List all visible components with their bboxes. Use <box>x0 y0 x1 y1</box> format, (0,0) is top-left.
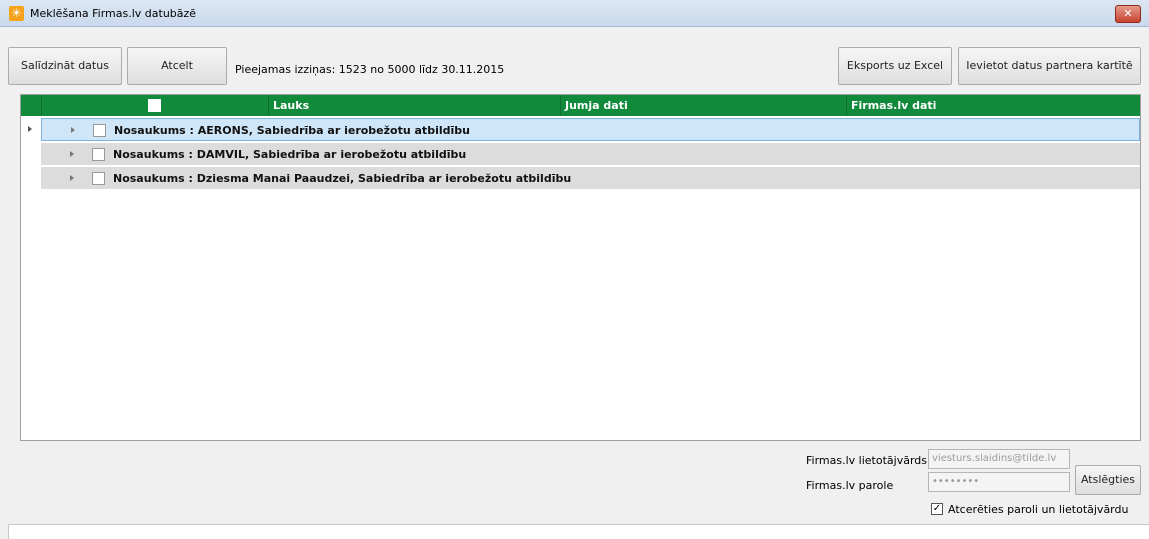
disconnect-button[interactable]: Atslēgties <box>1075 465 1141 495</box>
app-icon: ☀ <box>9 6 24 21</box>
row-text: Nosaukums : AERONS, Sabiedrība ar ierobe… <box>114 124 470 137</box>
export-excel-button[interactable]: Eksports uz Excel <box>838 47 952 85</box>
remember-checkbox[interactable]: ✓ <box>931 503 943 515</box>
cancel-button[interactable]: Atcelt <box>127 47 227 85</box>
row-indicator-header <box>21 95 42 116</box>
row-body: Nosaukums : DAMVIL, Sabiedrība ar ierobe… <box>41 143 1140 166</box>
grid-row[interactable]: Nosaukums : AERONS, Sabiedrība ar ierobe… <box>21 118 1140 141</box>
grid-header: Lauks Jumja dati Firmas.lv dati <box>21 95 1140 116</box>
current-row-arrow-icon <box>28 126 32 132</box>
row-checkbox[interactable] <box>93 124 106 137</box>
column-header-firmas-data[interactable]: Firmas.lv dati <box>846 95 1140 116</box>
password-label: Firmas.lv parole <box>806 479 894 492</box>
insert-partner-card-button[interactable]: Ievietot datus partnera kartītē <box>958 47 1141 85</box>
select-all-checkbox[interactable] <box>148 99 161 112</box>
window-title: Meklēšana Firmas.lv datubāzē <box>30 7 197 20</box>
username-label: Firmas.lv lietotājvārds <box>806 454 927 467</box>
grid-row[interactable]: Nosaukums : Dziesma Manai Paaudzei, Sabi… <box>21 167 1140 190</box>
row-indicator <box>21 167 41 190</box>
expand-arrow-icon[interactable] <box>70 175 74 181</box>
close-button[interactable]: ✕ <box>1115 5 1141 23</box>
password-field[interactable]: •••••••• <box>928 472 1070 492</box>
row-body: Nosaukums : AERONS, Sabiedrība ar ierobe… <box>41 118 1140 141</box>
username-field[interactable]: viesturs.slaidins@tilde.lv <box>928 449 1070 469</box>
remember-label: Atcerēties paroli un lietotājvārdu <box>948 503 1129 516</box>
row-checkbox[interactable] <box>92 148 105 161</box>
expand-arrow-icon[interactable] <box>70 151 74 157</box>
row-checkbox[interactable] <box>92 172 105 185</box>
row-indicator <box>21 143 41 166</box>
row-text: Nosaukums : Dziesma Manai Paaudzei, Sabi… <box>113 172 572 185</box>
available-queries-text: Pieejamas izziņas: 1523 no 5000 līdz 30.… <box>235 63 505 76</box>
row-body: Nosaukums : Dziesma Manai Paaudzei, Sabi… <box>41 167 1140 190</box>
expand-arrow-icon[interactable] <box>71 127 75 133</box>
row-text: Nosaukums : DAMVIL, Sabiedrība ar ierobe… <box>113 148 467 161</box>
results-grid[interactable]: Lauks Jumja dati Firmas.lv dati Nosaukum… <box>20 94 1141 441</box>
status-strip <box>8 524 1149 539</box>
compare-data-button[interactable]: Salīdzināt datus <box>8 47 122 85</box>
column-header-field[interactable]: Lauks <box>268 95 560 116</box>
row-indicator <box>21 118 41 141</box>
grid-row[interactable]: Nosaukums : DAMVIL, Sabiedrība ar ierobe… <box>21 143 1140 166</box>
column-header-jumja-data[interactable]: Jumja dati <box>560 95 846 116</box>
title-bar: ☀ Meklēšana Firmas.lv datubāzē ✕ <box>0 0 1149 27</box>
